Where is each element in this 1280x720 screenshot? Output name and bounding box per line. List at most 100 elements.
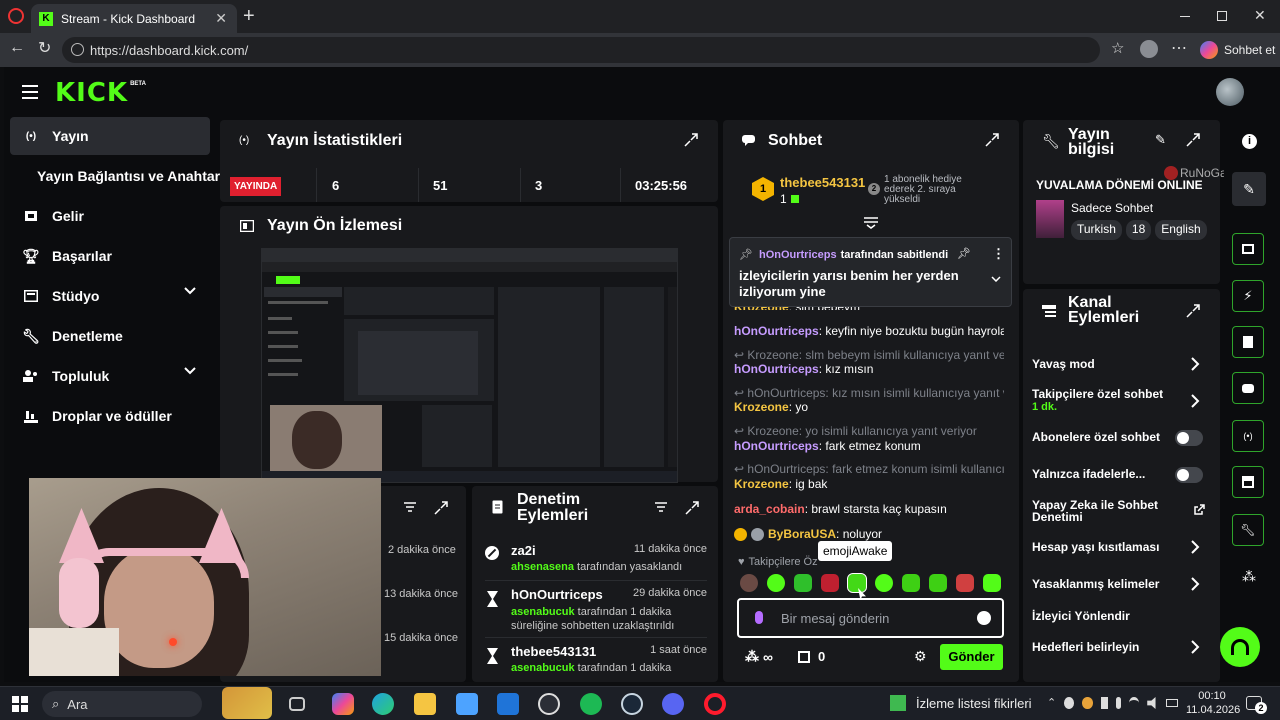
recorder-icon[interactable] (538, 693, 560, 715)
chevron-right-icon[interactable] (1190, 394, 1200, 408)
moderation-entry[interactable]: za2i 11 dakika önce ahsenasena tarafından… (511, 543, 707, 573)
chest-counter[interactable]: 0 (798, 649, 825, 664)
tag-chip[interactable]: 18 (1125, 220, 1152, 240)
close-tab-icon[interactable]: ✕ (215, 10, 227, 27)
chat-username[interactable]: arda_cobain (734, 502, 805, 516)
microphone-icon[interactable] (755, 611, 763, 624)
info-icon[interactable]: i (1242, 134, 1257, 149)
browser-menu-icon[interactable] (8, 8, 24, 24)
chevron-right-icon[interactable] (1190, 357, 1200, 371)
chevron-right-icon[interactable] (1190, 577, 1200, 591)
popout-icon[interactable] (684, 133, 698, 147)
chat-username[interactable]: hOnOurtriceps (734, 362, 819, 376)
sidebar-item-basarilar[interactable]: 🏆︎ Başarılar (10, 237, 210, 275)
popout-icon[interactable] (1186, 133, 1200, 147)
filter-icon[interactable] (655, 502, 667, 512)
sidebar-item-denetleme[interactable]: 🔧︎ Denetleme (10, 317, 210, 355)
emoji-icon[interactable] (977, 611, 991, 625)
kick-logo[interactable]: KICK BETA (55, 78, 146, 108)
task-view-icon[interactable] (289, 697, 305, 711)
notification-center-icon[interactable]: 2 (1246, 696, 1267, 714)
chat-message[interactable]: Krozeone: yo (734, 400, 1004, 414)
discord-icon[interactable] (662, 693, 684, 715)
site-info-icon[interactable] (71, 43, 84, 56)
profile-icon[interactable] (1140, 40, 1158, 58)
emote-frog-5[interactable] (929, 574, 947, 592)
chat-reply-context[interactable]: ↩ hOnOurtriceps: fark etmez konum isimli… (734, 462, 1004, 476)
category-name[interactable]: Sadece Sohbet (1071, 201, 1153, 215)
emote-frog-7[interactable] (983, 574, 1001, 592)
rail-button-lightning[interactable]: ⚡︎ (1232, 280, 1264, 312)
send-button[interactable]: Gönder (940, 644, 1003, 670)
rail-button-broadcast[interactable]: (•) (1232, 420, 1264, 452)
rail-button-document[interactable] (1232, 326, 1264, 358)
clock[interactable]: 00:10 11.04.2026 (1186, 689, 1240, 717)
chat-username[interactable]: ByBoraUSA (768, 527, 836, 541)
pinned-message[interactable]: 📌︎ hOnOurtriceps tarafından sabitlendi i… (729, 237, 1012, 307)
more-options-icon[interactable]: ⋯ (1171, 38, 1187, 58)
sidebar-item-yayin[interactable]: (•) Yayın (10, 117, 210, 155)
edit-pencil-icon[interactable]: ✎ (1155, 132, 1166, 148)
channel-action-slow-mode[interactable]: Yavaş mod (1032, 357, 1095, 371)
chat-message[interactable]: Krozeone: ig bak (734, 477, 1004, 491)
emotes-only-toggle[interactable] (1175, 467, 1203, 483)
channel-action-goals[interactable]: Hedefleri belirleyin (1032, 640, 1139, 654)
chat-message[interactable]: ByBoraUSA: noluyor (734, 527, 1004, 542)
rail-button-wrench[interactable]: 🔧︎ (1232, 514, 1264, 546)
channel-action-raid[interactable]: İzleyici Yönlendir (1032, 609, 1130, 623)
chat-message[interactable]: arda_cobain: brawl starsta kaç kupasın (734, 502, 1004, 516)
edit-layout-icon[interactable]: ✎ (1232, 172, 1266, 206)
emote-frog-3[interactable] (875, 574, 893, 592)
file-explorer-icon[interactable] (414, 693, 436, 715)
moderation-entry[interactable]: thebee543131 1 saat önce asenabucuk taraf… (511, 644, 707, 674)
channel-action-account-age[interactable]: Hesap yaşı kısıtlaması (1032, 540, 1159, 554)
user-avatar[interactable] (1216, 78, 1244, 106)
tray-chevron-icon[interactable]: ⌃ (1047, 696, 1056, 709)
tray-icons[interactable] (1064, 697, 1178, 711)
sidebar-item-gelir[interactable]: Gelir (10, 197, 210, 235)
emote-red[interactable] (821, 574, 839, 592)
community-dots-icon[interactable]: ⁂ (1242, 568, 1256, 585)
chat-message[interactable]: hOnOurtriceps: kız mısın (734, 362, 1004, 376)
opera-icon[interactable] (704, 693, 726, 715)
popout-icon[interactable] (985, 133, 999, 147)
reload-icon[interactable]: ↻ (38, 38, 51, 58)
more-vertical-icon[interactable]: ⋮ (992, 246, 1005, 262)
chat-username[interactable]: hOnOurtriceps (734, 324, 819, 338)
store-icon[interactable] (456, 693, 478, 715)
channel-action-banned-words[interactable]: Yasaklanmış kelimeler (1032, 577, 1159, 591)
chat-input[interactable]: Bir mesaj gönderin (737, 598, 1004, 638)
favorites-star-icon[interactable]: ☆ (1111, 39, 1124, 57)
unpin-icon[interactable]: 📌︎ (957, 247, 971, 260)
chevron-right-icon[interactable] (1190, 540, 1200, 554)
filter-icon[interactable] (404, 502, 416, 512)
chat-reply-context[interactable]: ↩ Krozeone: slm bebeym isimli kullanıcıy… (734, 348, 1004, 362)
sidebar-item-stream-key[interactable]: Yayın Bağlantısı ve Anahtarı (25, 157, 225, 195)
rail-button-screenshot[interactable] (1232, 233, 1264, 265)
taskbar-search[interactable]: ⌕ Ara (42, 691, 202, 717)
popout-icon[interactable] (685, 501, 699, 515)
moderation-entry[interactable]: hOnOurtriceps 29 dakika önce asenabucuk t… (511, 587, 707, 633)
new-tab-icon[interactable]: + (243, 5, 255, 28)
popout-icon[interactable] (434, 501, 448, 515)
channel-action-ai-moderation[interactable]: Yapay Zeka ile Sohbet Denetimi (1032, 499, 1172, 523)
stream-preview-video[interactable] (261, 248, 678, 483)
browser-tab[interactable]: K Stream - Kick Dashboard ✕ (31, 4, 237, 33)
chat-message[interactable]: hOnOurtriceps: fark etmez konum (734, 439, 1004, 453)
emote-frog-6[interactable] (956, 574, 974, 592)
emote-frog-1[interactable] (767, 574, 785, 592)
chevron-right-icon[interactable] (1190, 640, 1200, 654)
chat-username[interactable]: hOnOurtriceps (734, 439, 819, 453)
chat-message[interactable]: hOnOurtriceps: keyfin niye bozuktu bugün… (734, 324, 1004, 338)
chat-username[interactable]: Krozeone (734, 400, 789, 414)
sidebar-item-studyo[interactable]: Stüdyo (10, 277, 210, 315)
chat-settings-gear-icon[interactable]: ⚙︎ (914, 648, 927, 665)
spotify-icon[interactable] (580, 693, 602, 715)
tag-chip[interactable]: Turkish (1071, 220, 1122, 240)
windows-start-icon[interactable] (12, 696, 28, 712)
chat-username[interactable]: Krozeone (734, 477, 789, 491)
sidebar-item-topluluk[interactable]: Topluluk (10, 357, 210, 395)
channel-points[interactable]: ⁂ ∞ (745, 648, 773, 665)
emote-frog-4[interactable] (902, 574, 920, 592)
emote-frog-2[interactable] (794, 574, 812, 592)
